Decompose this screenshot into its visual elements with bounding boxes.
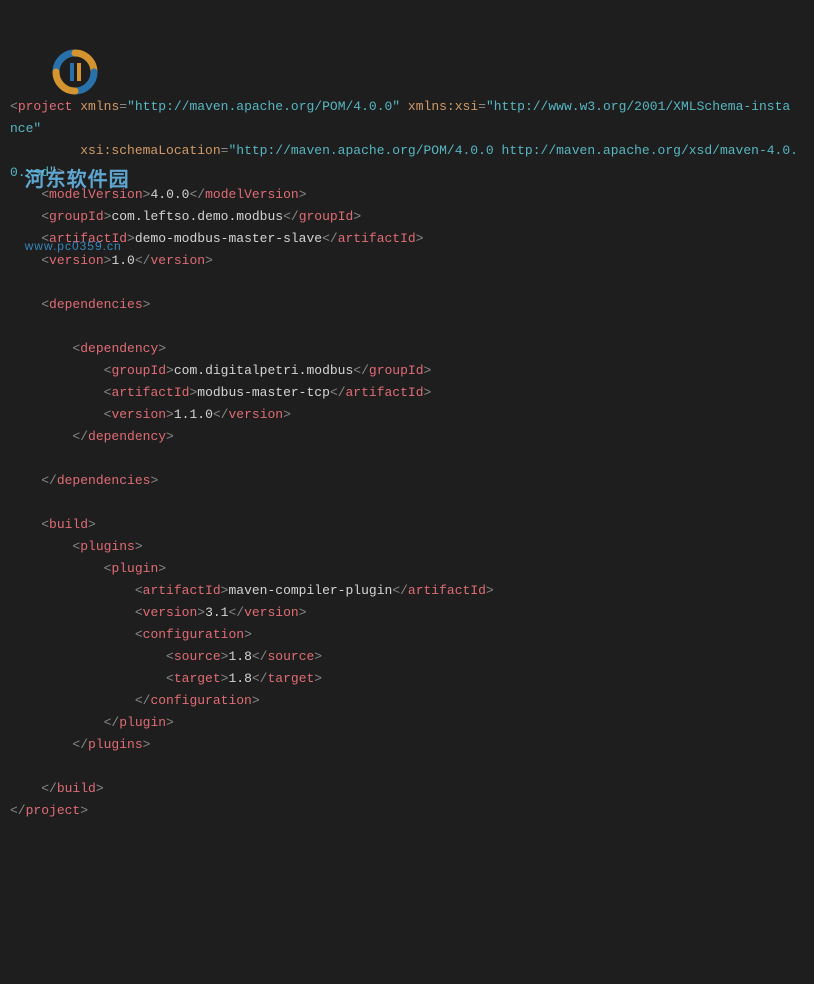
code-block: <project xmlns="http://maven.apache.org/… <box>10 96 804 822</box>
